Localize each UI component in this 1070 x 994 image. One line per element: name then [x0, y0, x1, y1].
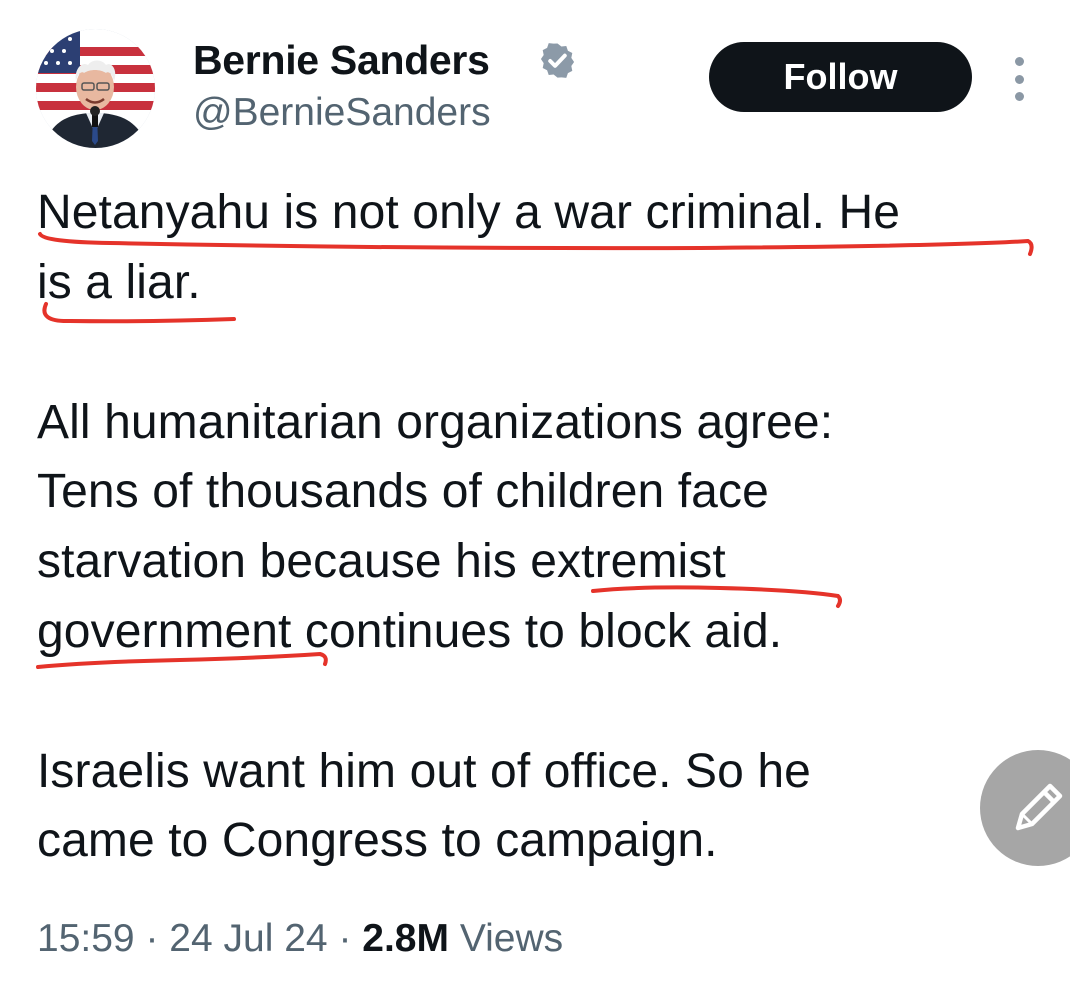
tweet-meta: 15:59 · 24 Jul 24 · 2.8M Views [37, 914, 563, 964]
more-dot [1014, 92, 1024, 101]
views-label[interactable]: Views [460, 917, 563, 960]
author-name[interactable]: Bernie Sanders [193, 37, 490, 83]
more-vertical-icon[interactable] [1008, 57, 1030, 101]
compose-button[interactable] [980, 750, 1070, 866]
tweet-text-line: starvation because his extremist [37, 535, 726, 588]
tweet-text-line: Tens of thousands of children face [37, 465, 769, 518]
author-handle[interactable]: @BernieSanders [193, 91, 491, 135]
tweet-text-line: came to Congress to campaign. [37, 814, 718, 867]
more-dot [1014, 74, 1024, 84]
pencil-icon [1015, 783, 1063, 831]
tweet-time[interactable]: 15:59 [37, 917, 135, 960]
avatar[interactable] [36, 29, 155, 148]
tweet-text-line: Israelis want him out of office. So he [37, 745, 811, 798]
tweet-text-line: is a liar. [37, 256, 201, 309]
more-dot [1014, 57, 1024, 66]
views-count[interactable]: 2.8M [362, 917, 449, 960]
tweet-text-line: All humanitarian organizations agree: [37, 396, 834, 449]
tweet-date[interactable]: 24 Jul 24 [169, 917, 327, 960]
follow-button[interactable]: Follow [709, 42, 972, 112]
tweet-text-line: government continues to block aid. [37, 605, 783, 658]
meta-separator: · [338, 917, 352, 960]
tweet-text-line: Netanyahu is not only a war criminal. He [37, 186, 901, 239]
meta-separator: · [145, 917, 159, 960]
verified-badge-icon [538, 41, 577, 80]
tweet-screenshot: Bernie Sanders @BernieSanders Follow Net… [0, 0, 1070, 994]
